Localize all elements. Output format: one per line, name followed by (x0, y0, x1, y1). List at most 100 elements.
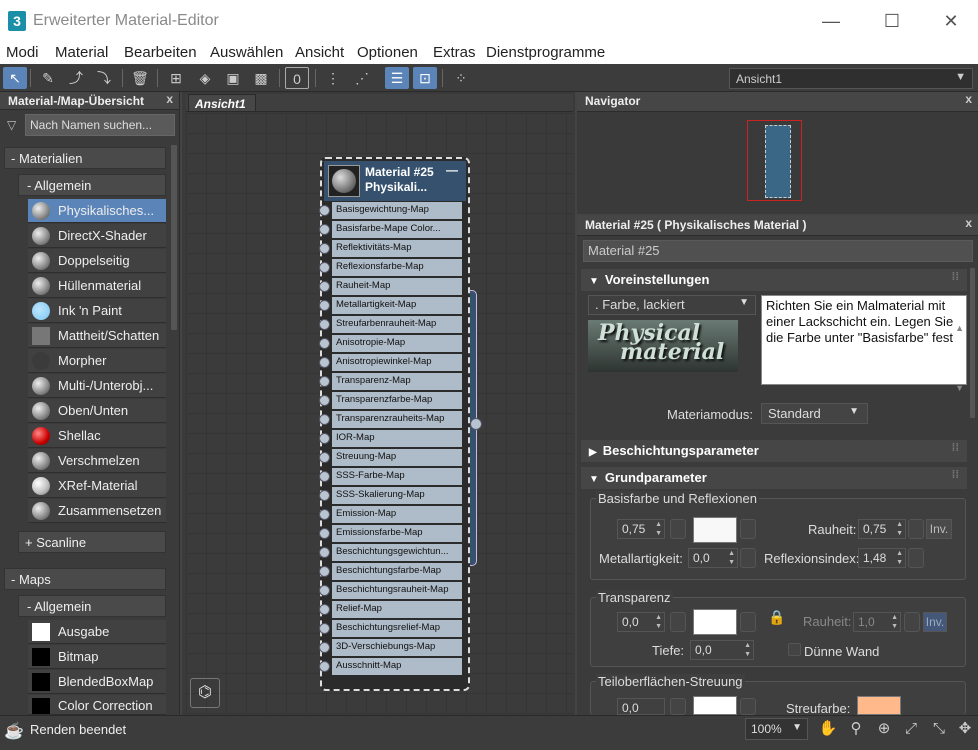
list-item[interactable]: Doppelseitig (28, 249, 166, 273)
browser-scrollbar[interactable] (171, 145, 177, 330)
close-button[interactable]: ✕ (936, 8, 966, 34)
list-item[interactable]: XRef-Material (28, 474, 166, 498)
layout-icon[interactable]: ⊞ (164, 67, 188, 89)
list-item[interactable]: Bitmap (28, 645, 166, 669)
list-item[interactable]: Multi-/Unterobj... (28, 374, 166, 398)
show-in-viewport-icon[interactable]: ▣ (221, 67, 245, 89)
put-material-icon[interactable]: ⤴ (64, 67, 88, 89)
delete-icon[interactable]: 🗑 (128, 67, 152, 89)
minimize-button[interactable]: — (816, 8, 846, 34)
zoom-extents-selected-icon[interactable]: ⤡ (928, 718, 950, 740)
node-slot[interactable]: Basisfarbe-Mape Color... (332, 221, 462, 238)
assign-material-icon[interactable]: ⤵ (92, 67, 116, 89)
input-port[interactable] (319, 243, 330, 254)
view-select[interactable]: Ansicht1 ▼ (729, 68, 973, 89)
input-port[interactable] (319, 547, 330, 558)
input-port[interactable] (319, 528, 330, 539)
pan-to-selected-icon[interactable]: ✥ (954, 718, 976, 740)
transp-roughness-invert-toggle[interactable]: Inv. (923, 612, 947, 632)
parameter-scrollbar[interactable] (970, 268, 975, 418)
thin-wall-checkbox[interactable] (788, 643, 801, 656)
roughness-map-button[interactable] (908, 519, 924, 539)
input-port[interactable] (319, 471, 330, 482)
roughness-invert-toggle[interactable]: Inv. (926, 519, 952, 539)
node-slot[interactable]: Reflexionsfarbe-Map (332, 259, 462, 276)
preset-select[interactable]: . Farbe, lackiert ▼ (588, 295, 756, 315)
category-materials[interactable]: - Materialien (4, 147, 166, 169)
input-port[interactable] (319, 623, 330, 634)
collapse-icon[interactable]: — (446, 163, 458, 177)
node-slot[interactable]: Metallartigkeit-Map (332, 297, 462, 314)
node-slot[interactable]: 3D-Verschiebungs-Map (332, 639, 462, 656)
node-slot[interactable]: Reflektivitäts-Map (332, 240, 462, 257)
material-to-scene-icon[interactable]: ◈ (193, 67, 217, 89)
lock-icon[interactable]: 🔒 (768, 609, 785, 626)
node-slot[interactable]: Relief-Map (332, 601, 462, 618)
list-item[interactable]: Ausgabe (28, 620, 166, 644)
material-node-header[interactable]: Material #25 Physikali... — (324, 161, 466, 201)
metalness-spinner[interactable]: 0,0 ▲ ▼ (688, 548, 738, 568)
transparency-spinner[interactable]: 0,0 ▲ ▼ (617, 612, 665, 632)
transparency-color-map-button[interactable] (740, 612, 756, 632)
input-port[interactable] (319, 262, 330, 273)
sss-weight-spinner[interactable]: 0,0 (617, 698, 665, 715)
menu-auswaehlen[interactable]: Auswählen (210, 44, 283, 61)
input-port[interactable] (319, 490, 330, 501)
node-slot[interactable]: Anisotropiewinkel-Map (332, 354, 462, 371)
list-item[interactable]: Hüllenmaterial (28, 274, 166, 298)
input-port[interactable] (319, 566, 330, 577)
input-port[interactable] (319, 224, 330, 235)
base-color-map-button[interactable] (740, 519, 756, 539)
node-slot[interactable]: Anisotropie-Map (332, 335, 462, 352)
input-port[interactable] (319, 319, 330, 330)
output-port[interactable] (470, 418, 482, 430)
menu-modi[interactable]: Modi (6, 44, 39, 61)
input-port[interactable] (319, 452, 330, 463)
base-weight-map-button[interactable] (670, 519, 686, 539)
list-item[interactable]: Zusammensetzen (28, 499, 166, 523)
list-item[interactable]: Ink 'n Paint (28, 299, 166, 323)
menu-dienstprogramme[interactable]: Dienstprogramme (486, 44, 605, 61)
list-item[interactable]: Shellac (28, 424, 166, 448)
input-port[interactable] (319, 433, 330, 444)
input-port[interactable] (319, 604, 330, 615)
input-port[interactable] (319, 300, 330, 311)
hide-unused-icon[interactable]: ⁘ (449, 67, 473, 89)
close-icon[interactable]: x (965, 216, 972, 230)
eyedropper-icon[interactable]: ✎ (36, 67, 60, 89)
node-slot[interactable]: Emission-Map (332, 506, 462, 523)
input-port[interactable] (319, 585, 330, 596)
node-slot[interactable]: Rauheit-Map (332, 278, 462, 295)
input-port[interactable] (319, 509, 330, 520)
list-item[interactable]: Verschmelzen (28, 449, 166, 473)
search-input[interactable]: Nach Namen suchen... (25, 114, 175, 136)
params-toggle-icon[interactable]: ☰ (385, 67, 409, 89)
checker-background-icon[interactable]: ▩ (249, 67, 273, 89)
menu-ansicht[interactable]: Ansicht (295, 44, 344, 61)
material-id-button[interactable]: 0 (285, 67, 309, 89)
input-port[interactable] (319, 414, 330, 425)
menu-bearbeiten[interactable]: Bearbeiten (124, 44, 197, 61)
menu-extras[interactable]: Extras (433, 44, 476, 61)
list-item[interactable]: Oben/Unten (28, 399, 166, 423)
node-slot[interactable]: Transparenzrauheits-Map (332, 411, 462, 428)
sss-weight-map-button[interactable] (670, 698, 686, 715)
list-item[interactable]: BlendedBoxMap (28, 670, 166, 694)
roughness-spinner[interactable]: 0,75 ▲ ▼ (858, 519, 906, 539)
zoom-select[interactable]: 100% ▼ (745, 718, 808, 740)
list-item[interactable]: Color Correction (28, 695, 166, 715)
node-slot[interactable]: Transparenz-Map (332, 373, 462, 390)
rollout-beschichtung[interactable]: ▶ Beschichtungsparameter ⁞⁞ (581, 440, 967, 462)
close-icon[interactable]: x (965, 92, 972, 106)
transp-roughness-spinner[interactable]: 1,0 ▲ ▼ (853, 612, 901, 632)
input-port[interactable] (319, 661, 330, 672)
binoculars-icon[interactable]: ⌬ (190, 678, 220, 708)
lay-out-children-icon[interactable]: ⋰ (350, 67, 374, 89)
zoom-region-icon[interactable]: ⊕ (873, 718, 895, 740)
material-name-input[interactable]: Material #25 (583, 240, 973, 262)
metalness-map-button[interactable] (740, 548, 756, 568)
input-port[interactable] (319, 395, 330, 406)
scatter-color-swatch[interactable] (857, 696, 901, 715)
rollout-grundparameter[interactable]: ▼ Grundparameter ⁞⁞ (581, 467, 967, 489)
sss-color-map-button[interactable] (740, 698, 756, 715)
